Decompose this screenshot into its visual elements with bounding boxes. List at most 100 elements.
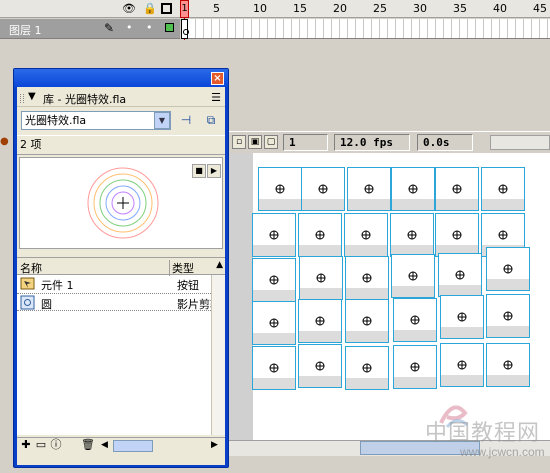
movieclip-instance[interactable]: [298, 344, 342, 388]
library-panel[interactable]: × ▼ 库 - 光圈特效.fla ☰ 光圈特效.fla ▼ ⊣ ⧉ 2 项 ■ …: [13, 68, 229, 468]
document-select[interactable]: 光圈特效.fla: [21, 111, 171, 130]
sort-icon[interactable]: ▲: [216, 260, 223, 270]
edit-multiple-frames-icon[interactable]: ▢: [264, 135, 278, 149]
layer-lock-dot[interactable]: •: [146, 21, 153, 34]
watermark-text: 中国教程网: [425, 421, 541, 446]
movieclip-instance[interactable]: [435, 213, 479, 257]
collapse-arrow-icon[interactable]: ▼: [28, 91, 36, 102]
movieclip-instance[interactable]: [299, 256, 343, 300]
frame-number: 25: [373, 2, 387, 15]
instance-shading: [487, 375, 529, 386]
timeline-scrollbar[interactable]: [490, 135, 550, 150]
instance-shading: [259, 199, 301, 210]
layer-visibility-dot[interactable]: •: [126, 21, 133, 34]
movieclip-instance[interactable]: [252, 258, 296, 302]
grip-icon[interactable]: [20, 94, 24, 103]
movieclip-instance[interactable]: [298, 213, 342, 257]
registration-point-icon: [269, 230, 279, 240]
library-bottom-toolbar: ✚ ▭ ⓘ 🗑 ◀ ▶: [17, 437, 225, 453]
new-folder-icon[interactable]: ▭: [34, 439, 48, 452]
list-item[interactable]: 元件 1 按钮: [17, 275, 211, 293]
properties-icon[interactable]: ⓘ: [49, 439, 63, 452]
eye-icon[interactable]: 👁: [122, 2, 136, 15]
movieclip-instance[interactable]: [345, 346, 389, 390]
movieclip-instance[interactable]: [347, 167, 391, 211]
registration-point-icon: [408, 271, 418, 281]
movieclip-instance[interactable]: [486, 294, 530, 338]
panel-menu-icon[interactable]: ☰: [211, 91, 221, 104]
list-vertical-scrollbar[interactable]: [211, 275, 225, 435]
movieclip-instance[interactable]: [252, 213, 296, 257]
elapsed-time: 0.0s: [417, 134, 473, 151]
movieclip-instance[interactable]: [390, 213, 434, 257]
onion-skin-icon[interactable]: ▣: [248, 135, 262, 149]
keyframe[interactable]: [181, 19, 189, 39]
registration-point-icon: [457, 360, 467, 370]
registration-point-icon: [503, 264, 513, 274]
symbol-preview: ■ ▶: [19, 157, 223, 249]
pin-library-icon[interactable]: ⊣: [177, 113, 195, 129]
movieclip-instance[interactable]: [298, 299, 342, 343]
instance-shading: [299, 331, 341, 342]
library-header[interactable]: ▼ 库 - 光圈特效.fla ☰: [17, 89, 225, 107]
chevron-down-icon[interactable]: ▼: [154, 112, 170, 129]
library-window-titlebar[interactable]: ×: [14, 69, 228, 87]
movieclip-instance[interactable]: [393, 345, 437, 389]
registration-point-icon: [315, 361, 325, 371]
layer-name[interactable]: 图层 1: [9, 22, 42, 38]
instance-shading: [302, 199, 344, 210]
movieclip-instance[interactable]: [391, 254, 435, 298]
layer-outline-color[interactable]: [165, 23, 174, 32]
lock-icon[interactable]: 🔒: [143, 2, 157, 15]
movieclip-instance[interactable]: [393, 298, 437, 342]
movieclip-instance[interactable]: [481, 167, 525, 211]
column-type[interactable]: 类型: [169, 260, 194, 276]
pencil-icon: ✎: [104, 21, 115, 35]
movieclip-instance[interactable]: [440, 343, 484, 387]
instance-shading: [441, 327, 483, 338]
movieclip-instance[interactable]: [301, 167, 345, 211]
movieclip-instance[interactable]: [486, 343, 530, 387]
movieclip-instance[interactable]: [345, 256, 389, 300]
list-scroll-thumb[interactable]: [113, 440, 153, 452]
registration-point-icon: [410, 362, 420, 372]
registration-point-icon: [410, 315, 420, 325]
frame-strip[interactable]: [188, 19, 550, 39]
close-icon[interactable]: ×: [211, 72, 224, 85]
movieclip-instance[interactable]: [252, 346, 296, 390]
center-frame-icon[interactable]: ▫: [232, 135, 246, 149]
movieclip-instance[interactable]: [344, 213, 388, 257]
instance-shading: [394, 377, 436, 388]
scroll-left-icon[interactable]: ◀: [101, 440, 108, 450]
movieclip-instance[interactable]: [486, 247, 530, 291]
new-symbol-icon[interactable]: ✚: [19, 439, 33, 452]
button-symbol-icon: [20, 277, 35, 290]
layer-row[interactable]: 图层 1 ✎ • •: [0, 19, 180, 39]
instance-shading: [394, 330, 436, 341]
movieclip-instance[interactable]: [345, 299, 389, 343]
movieclip-instance[interactable]: [391, 167, 435, 211]
playhead[interactable]: 1: [180, 0, 189, 18]
scroll-right-icon[interactable]: ▶: [211, 440, 218, 450]
column-name[interactable]: 名称: [20, 260, 42, 276]
movieclip-instance[interactable]: [440, 295, 484, 339]
pane-divider[interactable]: [17, 250, 225, 258]
movieclip-instance[interactable]: [435, 167, 479, 211]
trash-icon[interactable]: 🗑: [81, 439, 95, 452]
movieclip-instance[interactable]: [438, 253, 482, 297]
movieclip-symbol-icon: [20, 295, 35, 310]
list-item[interactable]: 圆 影片剪辑: [17, 293, 211, 311]
play-icon[interactable]: ▶: [207, 164, 221, 178]
instance-shading: [487, 279, 529, 290]
movieclip-instance[interactable]: [258, 167, 302, 211]
movieclip-instance[interactable]: [252, 301, 296, 345]
instance-shading: [299, 376, 341, 387]
timeline-header: 👁 🔒 5 10 15 20 25 30 35 40 45: [0, 0, 550, 18]
new-library-panel-icon[interactable]: ⧉: [202, 113, 220, 129]
registration-point-icon: [318, 184, 328, 194]
outline-icon[interactable]: [161, 3, 172, 14]
frame-number: 30: [413, 2, 427, 15]
stop-icon[interactable]: ■: [192, 164, 206, 178]
registration-point-icon: [269, 363, 279, 373]
instance-shading: [253, 290, 295, 301]
